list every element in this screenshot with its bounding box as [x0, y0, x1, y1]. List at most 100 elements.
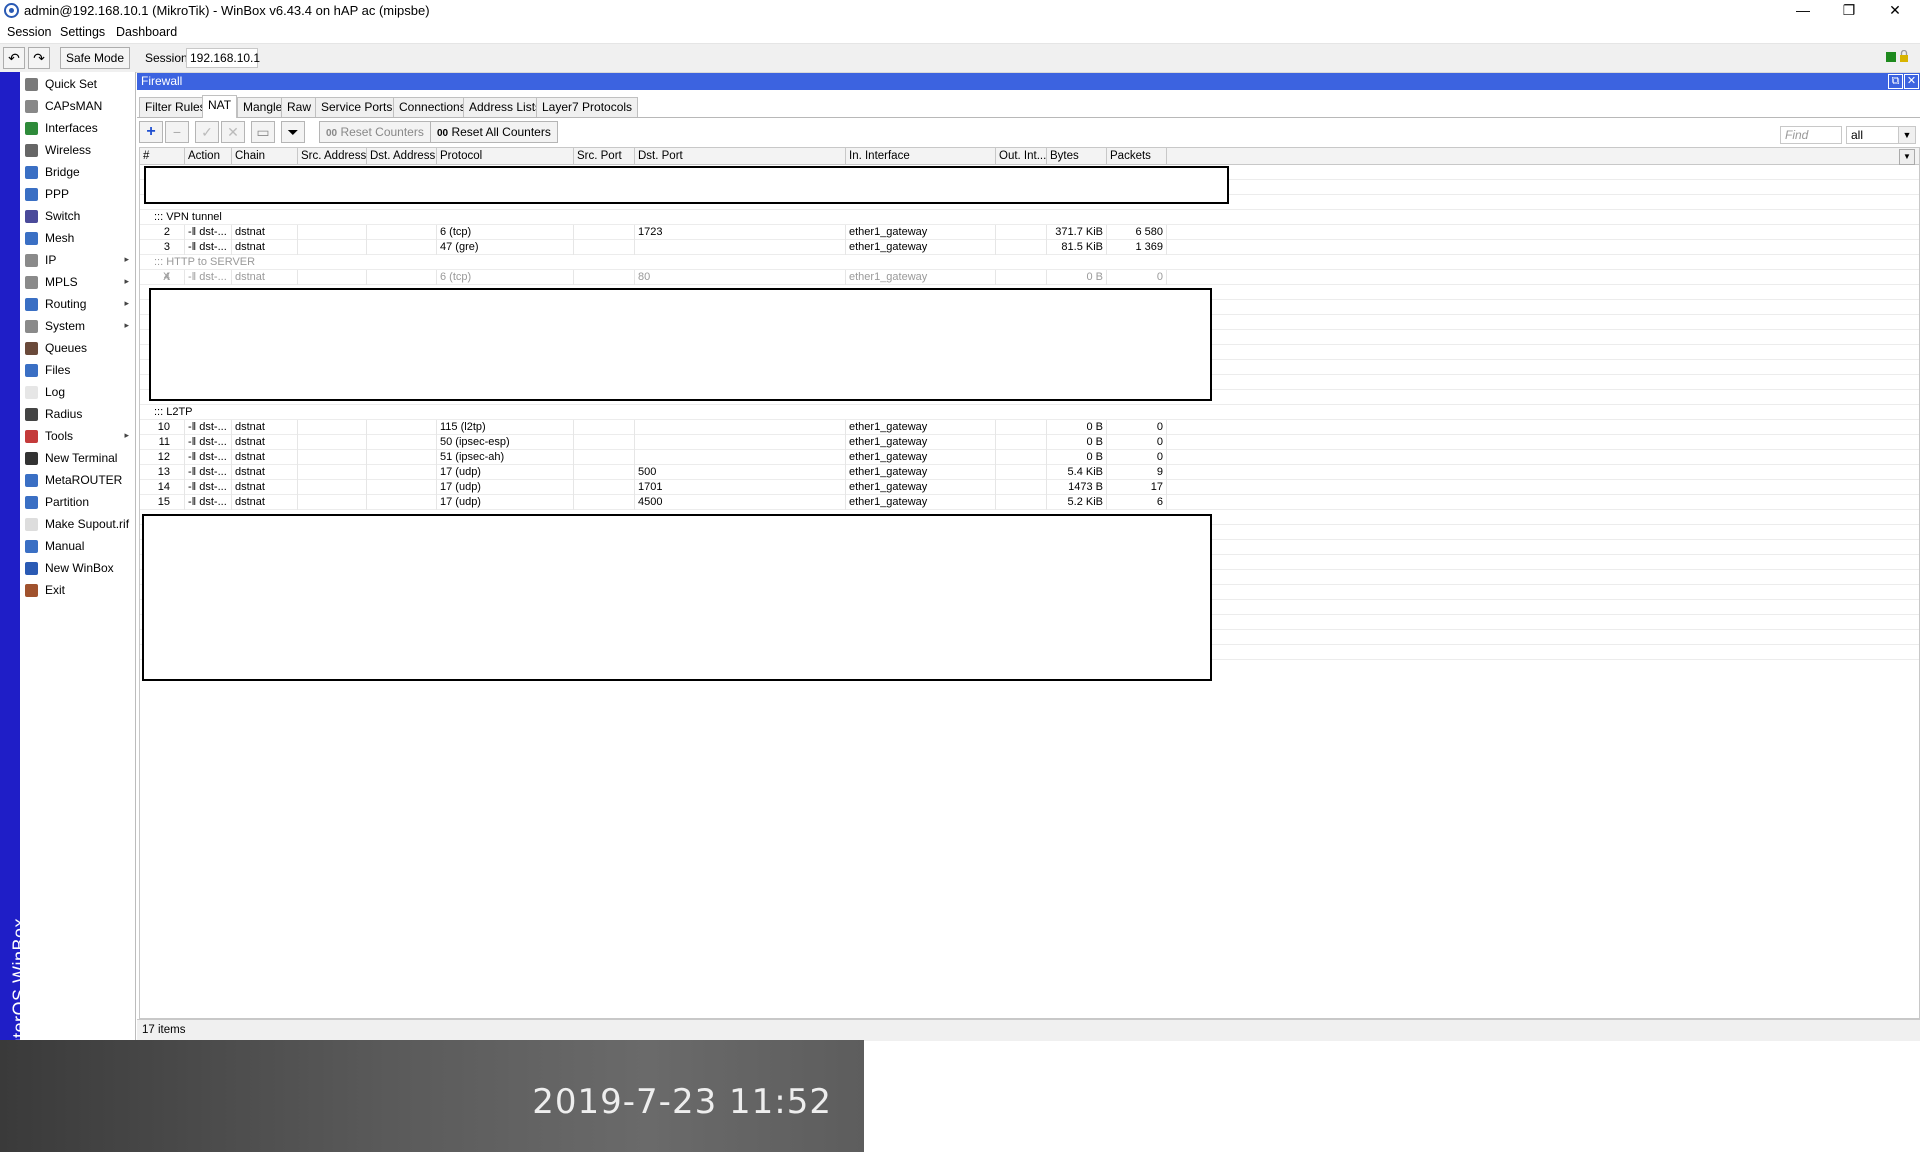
sidebar-item-new-winbox[interactable]: New WinBox — [20, 558, 135, 580]
rule-chain: dstnat — [232, 450, 298, 465]
submenu-arrow-icon: ▸ — [124, 320, 129, 330]
reset-all-counters-button[interactable]: 00 Reset All Counters — [430, 121, 558, 143]
find-input[interactable]: Find — [1780, 126, 1842, 144]
session-field[interactable]: 192.168.10.1 — [186, 48, 260, 68]
rule-bytes: 0 B — [1047, 435, 1107, 450]
rule-in-interface: ether1_gateway — [846, 225, 996, 240]
rule-packets: 9 — [1107, 465, 1167, 480]
column-header-dst-address[interactable]: Dst. Address — [367, 148, 437, 164]
sidebar-item-radius[interactable]: Radius — [20, 404, 135, 426]
sidebar-item-log[interactable]: Log — [20, 382, 135, 404]
rule-dst-port — [635, 420, 846, 435]
restore-window-button[interactable]: ⧉ — [1888, 74, 1903, 89]
table-row[interactable]: 2 -‖ dst-... dstnat 6 (tcp) 1723 ether1_gatew… — [140, 225, 1919, 240]
column-header-number[interactable]: # — [140, 148, 185, 164]
sidebar-item-switch[interactable]: Switch — [20, 206, 135, 228]
sidebar-item-new-terminal[interactable]: New Terminal — [20, 448, 135, 470]
sidebar-item-manual[interactable]: Manual — [20, 536, 135, 558]
sidebar-item-metarouter[interactable]: MetaROUTER — [20, 470, 135, 492]
rule-out-interface — [996, 480, 1047, 495]
menu-settings[interactable]: Settings — [60, 25, 105, 39]
table-row[interactable]: 3 -‖ dst-... dstnat 47 (gre) ether1_gateway 8… — [140, 240, 1919, 255]
remove-rule-button[interactable]: − — [165, 121, 189, 143]
table-row[interactable]: 10 -‖ dst-... dstnat 115 (l2tp) ether1_gatew… — [140, 420, 1919, 435]
rule-chain: dstnat — [232, 270, 298, 285]
sidebar-item-label: Log — [45, 385, 66, 399]
rule-action: -‖ dst-... — [185, 435, 232, 450]
column-header-out-int[interactable]: Out. Int... — [996, 148, 1047, 164]
sidebar-item-tools[interactable]: Tools ▸ — [20, 426, 135, 448]
undo-button[interactable]: ↶ — [3, 47, 25, 69]
table-row[interactable]: 15 -‖ dst-... dstnat 17 (udp) 4500 ether1_gat… — [140, 495, 1919, 510]
rule-src-address — [298, 435, 367, 450]
sidebar-item-wireless[interactable]: Wireless — [20, 140, 135, 162]
column-header-packets[interactable]: Packets — [1107, 148, 1167, 164]
sidebar-item-files[interactable]: Files — [20, 360, 135, 382]
menu-session[interactable]: Session — [7, 25, 51, 39]
column-menu-button[interactable]: ▼ — [1899, 149, 1915, 165]
sidebar-item-ppp[interactable]: PPP — [20, 184, 135, 206]
rule-bytes: 5.2 KiB — [1047, 495, 1107, 510]
column-header-action[interactable]: Action — [185, 148, 232, 164]
filter-select[interactable]: all — [1846, 126, 1904, 144]
tab-connections[interactable]: Connections — [393, 97, 472, 117]
sidebar-item-make-supout-rif[interactable]: Make Supout.rif — [20, 514, 135, 536]
maximize-button[interactable]: ❐ — [1826, 0, 1872, 22]
rule-packets: 0 — [1107, 435, 1167, 450]
session-label: Session: — [145, 51, 192, 65]
disable-rule-button[interactable]: ✕ — [221, 121, 245, 143]
tab-service-ports[interactable]: Service Ports — [315, 97, 399, 117]
comment-button[interactable]: ▭ — [251, 121, 275, 143]
sidebar-item-capsman[interactable]: CAPsMAN — [20, 96, 135, 118]
tab-address-lists[interactable]: Address Lists — [463, 97, 548, 117]
sidebar-item-mesh[interactable]: Mesh — [20, 228, 135, 250]
chevron-down-icon[interactable]: ▼ — [1898, 126, 1916, 144]
sidebar-item-ip[interactable]: IP ▸ — [20, 250, 135, 272]
minimize-button[interactable]: — — [1780, 0, 1826, 22]
add-rule-button[interactable]: + — [139, 121, 163, 143]
rule-number: 15 — [140, 495, 185, 510]
column-header-src-address[interactable]: Src. Address — [298, 148, 367, 164]
table-row[interactable]: 14 -‖ dst-... dstnat 17 (udp) 1701 ether1_gat… — [140, 480, 1919, 495]
redo-button[interactable]: ↷ — [28, 47, 50, 69]
sidebar-item-bridge[interactable]: Bridge — [20, 162, 135, 184]
sidebar-item-routing[interactable]: Routing ▸ — [20, 294, 135, 316]
filter-icon[interactable]: ⏷ — [281, 121, 305, 143]
rule-out-interface — [996, 435, 1047, 450]
ip-icon — [25, 254, 38, 267]
table-row[interactable]: 13 -‖ dst-... dstnat 17 (udp) 500 ether1_gate… — [140, 465, 1919, 480]
table-row[interactable]: 12 -‖ dst-... dstnat 51 (ipsec-ah) ether1_ga… — [140, 450, 1919, 465]
column-header-chain[interactable]: Chain — [232, 148, 298, 164]
close-firewall-button[interactable]: ✕ — [1904, 74, 1919, 89]
tab-nat[interactable]: NAT — [202, 95, 238, 118]
sidebar-item-system[interactable]: System ▸ — [20, 316, 135, 338]
rule-src-address — [298, 420, 367, 435]
system-icon — [25, 320, 38, 333]
rule-dst-address — [367, 480, 437, 495]
column-header-src-port[interactable]: Src. Port — [574, 148, 635, 164]
enable-rule-button[interactable]: ✓ — [195, 121, 219, 143]
tab-layer7-protocols[interactable]: Layer7 Protocols — [536, 97, 639, 117]
close-window-button[interactable]: ✕ — [1872, 0, 1918, 22]
rule-action: -‖ dst-... — [185, 480, 232, 495]
main-toolbar: ↶ ↷ Safe Mode Session: 192.168.10.1 — [0, 44, 1920, 73]
sidebar-item-interfaces[interactable]: Interfaces — [20, 118, 135, 140]
safe-mode-button[interactable]: Safe Mode — [60, 47, 130, 69]
column-header-in-interface[interactable]: In. Interface — [846, 148, 996, 164]
column-header-dst-port[interactable]: Dst. Port — [635, 148, 846, 164]
sidebar-item-exit[interactable]: Exit — [20, 580, 135, 602]
tab-filter-rules[interactable]: Filter Rules — [139, 97, 212, 117]
tab-raw[interactable]: Raw — [281, 97, 318, 117]
reset-counters-button[interactable]: 00 Reset Counters — [319, 121, 431, 143]
column-header-bytes[interactable]: Bytes — [1047, 148, 1107, 164]
sidebar-item-quick-set[interactable]: Quick Set — [20, 74, 135, 96]
nat-rules-table: ▼ # Action Chain Src. Address Dst. Address Pr… — [139, 147, 1920, 1019]
sidebar-item-partition[interactable]: Partition — [20, 492, 135, 514]
column-header-protocol[interactable]: Protocol — [437, 148, 574, 164]
menu-dashboard[interactable]: Dashboard — [116, 25, 177, 39]
counter-icon: 00 — [326, 128, 338, 139]
sidebar-item-mpls[interactable]: MPLS ▸ — [20, 272, 135, 294]
table-row[interactable]: 11 -‖ dst-... dstnat 50 (ipsec-esp) ether1_g… — [140, 435, 1919, 450]
table-row[interactable]: 4 -‖ dst-... dstnat 6 (tcp) 80 ether1_gateway… — [140, 270, 1919, 285]
sidebar-item-queues[interactable]: Queues — [20, 338, 135, 360]
